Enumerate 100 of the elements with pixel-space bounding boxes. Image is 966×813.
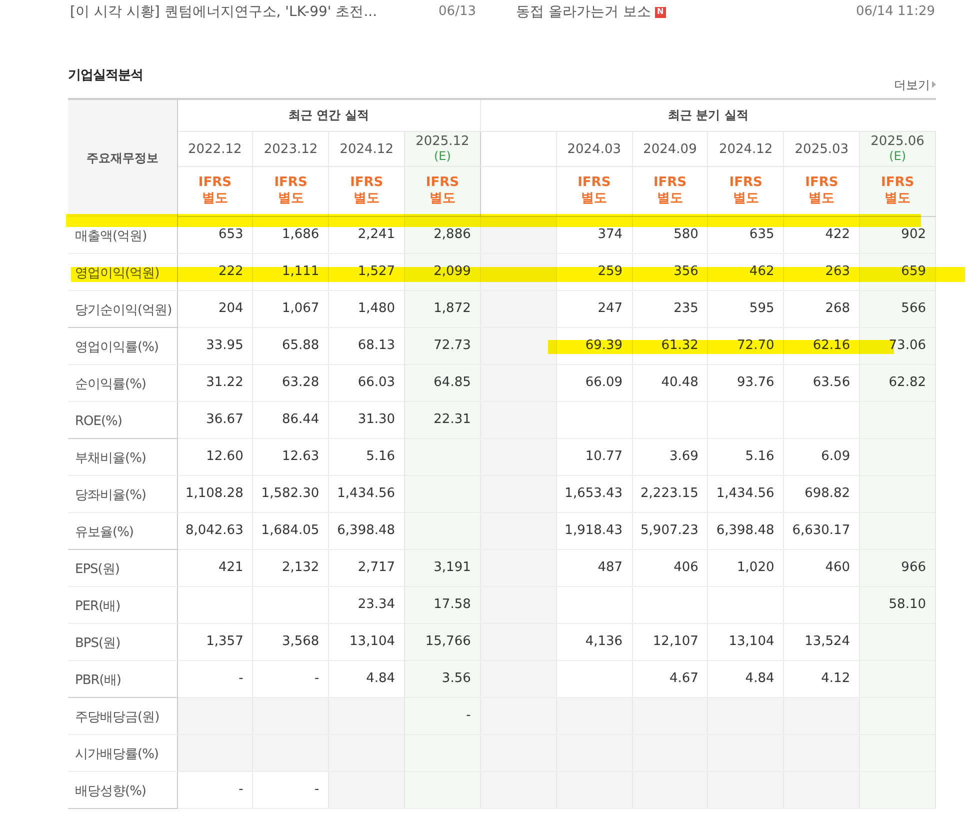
row-label: 주당배당금(원)	[75, 710, 160, 725]
table-cell: 3.69	[669, 449, 698, 464]
row-label: 부채비율(%)	[75, 451, 146, 466]
date-header: 2024.12	[338, 142, 394, 156]
row-label: 시가배당률(%)	[75, 747, 158, 762]
table-cell: 61.32	[661, 338, 698, 354]
basis-label: IFRS 별도	[728, 174, 764, 206]
table-cell: 23.34	[358, 597, 396, 612]
table-cell: 4.84	[366, 671, 396, 686]
row-label: 영업이익(억원)	[75, 266, 160, 281]
table-cell: 72.70	[737, 338, 774, 354]
table-cell: 566	[901, 301, 926, 316]
table-cell: 966	[901, 560, 926, 576]
table-cell: 6,398.48	[337, 523, 396, 538]
table-cell: 22.31	[434, 412, 471, 428]
table-cell: 63.56	[812, 375, 850, 390]
table-cell: 1,067	[282, 301, 320, 316]
table-cell: 1,686	[282, 227, 320, 242]
row-label: 순이익률(%)	[75, 377, 146, 392]
table-cell: 66.09	[585, 375, 623, 390]
date-header: 2022.12	[187, 142, 243, 156]
row-label: PER(배)	[75, 599, 120, 614]
table-cell: 3,191	[434, 560, 471, 576]
table-cell: 268	[825, 301, 850, 316]
table-cell: 204	[218, 301, 244, 316]
table-cell: 31.30	[358, 412, 396, 428]
table-cell: 64.85	[434, 375, 471, 390]
table-cell: 247	[598, 301, 623, 316]
more-link[interactable]: 더보기	[894, 76, 936, 94]
table-cell: -	[238, 782, 244, 798]
table-cell: -	[314, 671, 320, 686]
table-cell: 2,099	[434, 264, 471, 280]
table-cell: 3,568	[282, 634, 320, 650]
table-cell: 58.10	[888, 597, 926, 612]
table-cell: 422	[825, 227, 850, 242]
table-cell: 3.56	[442, 671, 471, 686]
basis-label: IFRS 별도	[652, 174, 688, 206]
table-cell: 462	[749, 264, 774, 280]
caret-icon	[932, 81, 936, 88]
row-label: 매출액(억원)	[75, 228, 147, 244]
date-header: 2025.06	[870, 134, 926, 149]
column-header: 최근 연간 실적	[177, 98, 480, 132]
column-header: 최근 분기 실적	[480, 98, 936, 132]
row-label: PBR(배)	[75, 673, 121, 688]
date-header: 2024.03	[566, 142, 622, 156]
table-cell: 460	[825, 560, 850, 576]
table-cell: 1,872	[434, 301, 471, 316]
basis-label: IFRS 별도	[804, 174, 840, 206]
table-cell: 487	[598, 560, 623, 576]
table-cell: 13,104	[728, 634, 774, 650]
estimate-mark: (E)	[888, 149, 908, 164]
table-cell: 421	[218, 560, 244, 576]
table-cell: 259	[598, 264, 623, 280]
table-cell: 86.44	[282, 412, 320, 428]
date-header: 2024.12	[718, 142, 774, 156]
row-label: ROE(%)	[75, 414, 122, 429]
estimate-mark: (E)	[432, 149, 452, 164]
basis-label: IFRS 별도	[349, 174, 384, 206]
table-cell: 13,104	[350, 634, 396, 650]
table-cell: 2,132	[282, 560, 320, 576]
table-cell: 1,020	[737, 560, 774, 576]
news-date: 06/13	[438, 3, 476, 22]
table-cell: 4,136	[585, 634, 623, 650]
table-cell: 374	[598, 227, 623, 242]
table-cell: -	[314, 782, 320, 798]
table-cell: 66.03	[358, 375, 396, 390]
table-cell: 93.76	[737, 375, 774, 390]
table-cell: 72.73	[434, 338, 471, 354]
row-label: 당기순이익(억원)	[75, 303, 172, 318]
table-cell: 6,630.17	[792, 523, 850, 538]
section-title: 기업실적분석	[68, 67, 143, 85]
news-link[interactable]: 동접 올라가는거 보소	[516, 2, 651, 22]
table-cell: 1,582.30	[261, 486, 320, 502]
table-cell: 698.82	[804, 486, 850, 502]
table-cell: 5,907.23	[640, 523, 698, 538]
table-cell: 4.67	[669, 671, 698, 686]
date-header: 2025.12	[414, 134, 470, 149]
table-cell: 6.09	[821, 449, 850, 464]
table-cell: 5.16	[366, 449, 396, 464]
table-cell: 62.16	[812, 338, 850, 354]
table-cell: 4.12	[821, 671, 850, 686]
table-cell: 68.13	[358, 338, 396, 354]
table-cell: 595	[749, 301, 774, 316]
table-cell: 235	[674, 301, 698, 316]
table-cell: -	[466, 708, 471, 724]
table-cell: 4.84	[745, 671, 774, 686]
basis-label: IFRS 별도	[880, 174, 916, 206]
table-cell: 406	[674, 560, 698, 576]
news-link[interactable]: [이 시각 시황] 퀀텀에너지연구소, 'LK-99' 초전...	[70, 2, 378, 22]
table-cell: 659	[901, 264, 926, 280]
table-cell: 1,527	[358, 264, 396, 280]
table-cell: 31.22	[206, 375, 244, 390]
date-header: 2025.03	[794, 142, 850, 156]
table-cell: 65.88	[282, 338, 320, 354]
table-cell: 17.58	[434, 597, 471, 612]
column-header: 주요재무정보	[68, 98, 177, 216]
table-cell: 1,357	[206, 634, 244, 650]
row-label: 유보율(%)	[75, 525, 134, 540]
date-header: 2023.12	[262, 142, 319, 156]
table-cell: 2,717	[358, 560, 396, 576]
